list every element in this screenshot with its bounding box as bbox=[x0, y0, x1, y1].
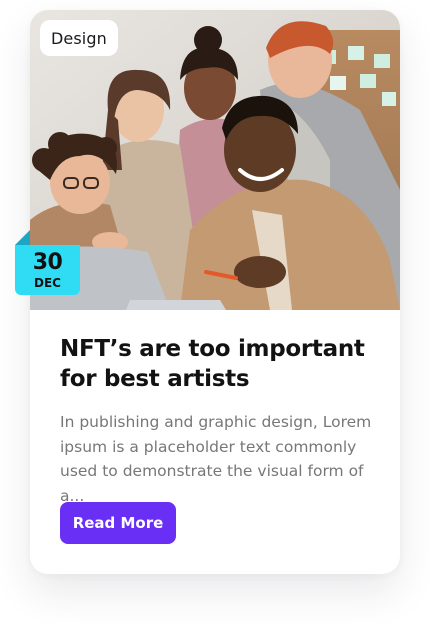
read-more-button[interactable]: Read More bbox=[60, 502, 176, 544]
date-badge-fold bbox=[15, 230, 30, 245]
date-month: DEC bbox=[34, 276, 61, 290]
category-badge[interactable]: Design bbox=[40, 20, 118, 56]
post-title[interactable]: NFT’s are too important for best artists bbox=[60, 334, 380, 394]
post-excerpt: In publishing and graphic design, Lorem … bbox=[60, 413, 372, 505]
date-day: 30 bbox=[32, 250, 63, 275]
date-badge: 30 DEC bbox=[15, 245, 80, 295]
